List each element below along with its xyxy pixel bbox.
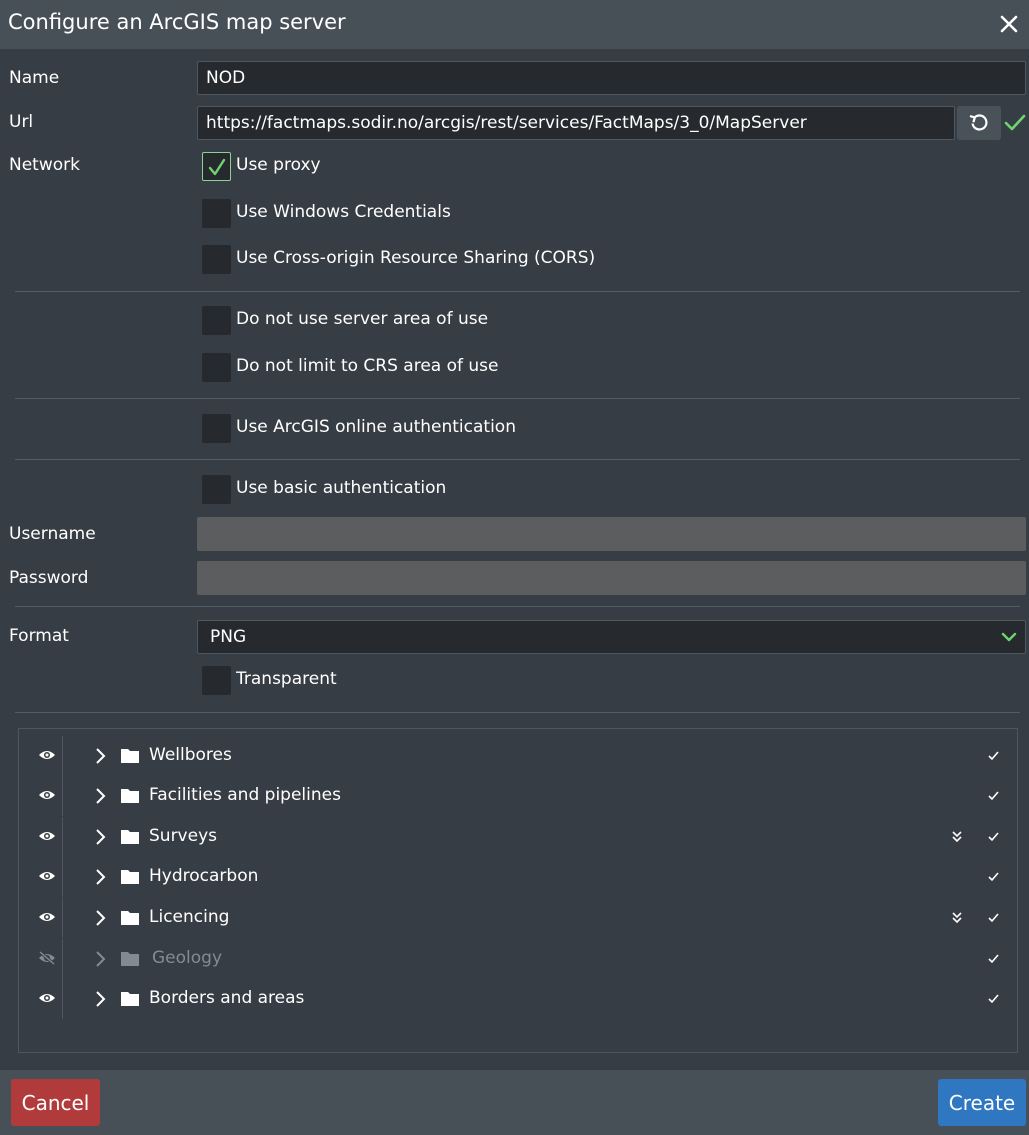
url-valid-indicator <box>1004 113 1026 133</box>
chevron-right-icon[interactable] <box>94 747 106 765</box>
eye-off-icon[interactable] <box>38 951 56 965</box>
folder-icon <box>121 992 139 1006</box>
checkbox-label: Do not use server area of use <box>236 309 489 329</box>
name-label: Name <box>9 68 60 88</box>
divider <box>15 398 1020 399</box>
layer-name: Hydrocarbon <box>149 866 259 886</box>
url-input[interactable] <box>197 106 955 140</box>
close-icon <box>1000 15 1018 33</box>
cancel-button[interactable]: Cancel <box>11 1079 100 1126</box>
layer-row[interactable]: Hydrocarbon <box>19 857 1017 897</box>
layer-row[interactable]: Licencing <box>19 898 1017 938</box>
checkbox-box[interactable] <box>202 199 231 228</box>
folder-icon <box>121 789 139 803</box>
layer-name: Facilities and pipelines <box>149 785 341 805</box>
checkbox-box[interactable] <box>202 353 231 382</box>
dialog-title: Configure an ArcGIS map server <box>8 10 346 34</box>
layer-row[interactable]: Geology <box>19 939 1017 979</box>
eye-icon[interactable] <box>38 869 56 883</box>
eye-icon[interactable] <box>38 991 56 1005</box>
url-label: Url <box>9 112 34 132</box>
name-input[interactable] <box>197 61 1026 95</box>
format-value: PNG <box>210 627 247 647</box>
layer-row[interactable]: Wellbores <box>19 736 1017 776</box>
small-check-icon[interactable] <box>987 953 1000 964</box>
password-label: Password <box>9 568 89 588</box>
refresh-url-button[interactable] <box>957 106 1001 140</box>
row-separator <box>62 817 63 857</box>
row-separator <box>62 857 63 897</box>
valid-check-icon <box>1004 114 1026 131</box>
small-check-icon[interactable] <box>987 831 1000 842</box>
format-label: Format <box>9 626 69 646</box>
layer-name: Wellbores <box>149 745 232 765</box>
close-button[interactable] <box>997 12 1021 36</box>
layer-name: Borders and areas <box>149 988 305 1008</box>
chevron-down-icon <box>1001 632 1017 642</box>
checkbox-label: Do not limit to CRS area of use <box>236 356 499 376</box>
double-chevron-down-icon[interactable] <box>951 830 963 844</box>
checkbox-box[interactable] <box>202 666 231 695</box>
checkbox-box[interactable] <box>202 306 231 335</box>
chevron-right-icon[interactable] <box>94 868 106 886</box>
row-separator <box>62 736 63 776</box>
checkbox-box[interactable] <box>202 414 231 443</box>
row-separator <box>62 979 63 1019</box>
chevron-right-icon[interactable] <box>94 950 106 968</box>
checkbox-label: Use Cross-origin Resource Sharing (CORS) <box>236 248 596 268</box>
username-label: Username <box>9 524 96 544</box>
row-separator <box>62 898 63 938</box>
chevron-right-icon[interactable] <box>94 828 106 846</box>
checkbox-box[interactable] <box>202 152 231 181</box>
double-chevron-down-icon[interactable] <box>951 911 963 925</box>
divider <box>15 459 1020 460</box>
layer-tree: Wellbores Facilities and pipelines Surve… <box>18 728 1018 1053</box>
checkmark-icon <box>208 158 226 176</box>
checkbox-label: Use proxy <box>236 155 321 175</box>
layer-row[interactable]: Borders and areas <box>19 979 1017 1019</box>
folder-icon <box>121 749 139 763</box>
layer-row[interactable]: Surveys <box>19 817 1017 857</box>
folder-icon <box>121 870 139 884</box>
folder-icon <box>121 830 139 844</box>
network-label: Network <box>9 155 80 175</box>
layer-name: Surveys <box>149 826 217 846</box>
row-separator <box>62 776 63 816</box>
username-input[interactable] <box>197 517 1026 551</box>
chevron-right-icon[interactable] <box>94 909 106 927</box>
row-separator <box>62 939 63 979</box>
small-check-icon[interactable] <box>987 871 1000 882</box>
eye-icon[interactable] <box>38 748 56 762</box>
layer-row[interactable]: Facilities and pipelines <box>19 776 1017 816</box>
chevron-right-icon[interactable] <box>94 990 106 1008</box>
small-check-icon[interactable] <box>987 790 1000 801</box>
dialog-footer: Cancel Create <box>0 1070 1029 1135</box>
layer-name: Geology <box>152 948 223 968</box>
eye-icon[interactable] <box>38 829 56 843</box>
dialog-titlebar: Configure an ArcGIS map server <box>0 0 1029 49</box>
small-check-icon[interactable] <box>987 993 1000 1004</box>
divider <box>15 606 1020 607</box>
checkbox-box[interactable] <box>202 245 231 274</box>
checkbox-label: Use Windows Credentials <box>236 202 451 222</box>
layer-name: Licencing <box>149 907 230 927</box>
checkbox-box[interactable] <box>202 475 231 504</box>
small-check-icon[interactable] <box>987 750 1000 761</box>
folder-icon <box>121 911 139 925</box>
checkbox-label: Use ArcGIS online authentication <box>236 417 516 437</box>
divider <box>15 712 1020 713</box>
format-select[interactable]: PNG <box>197 620 1026 654</box>
folder-icon <box>121 952 139 966</box>
checkbox-label: Transparent <box>236 669 337 689</box>
checkbox-label: Use basic authentication <box>236 478 447 498</box>
password-input[interactable] <box>197 561 1026 595</box>
chevron-right-icon[interactable] <box>94 787 106 805</box>
refresh-icon <box>969 114 988 131</box>
eye-icon[interactable] <box>38 910 56 924</box>
small-check-icon[interactable] <box>987 912 1000 923</box>
eye-icon[interactable] <box>38 788 56 802</box>
dialog-body: Name Url Network Use proxy Use Windows C… <box>0 49 1029 1070</box>
divider <box>15 291 1020 292</box>
create-button[interactable]: Create <box>938 1079 1026 1126</box>
